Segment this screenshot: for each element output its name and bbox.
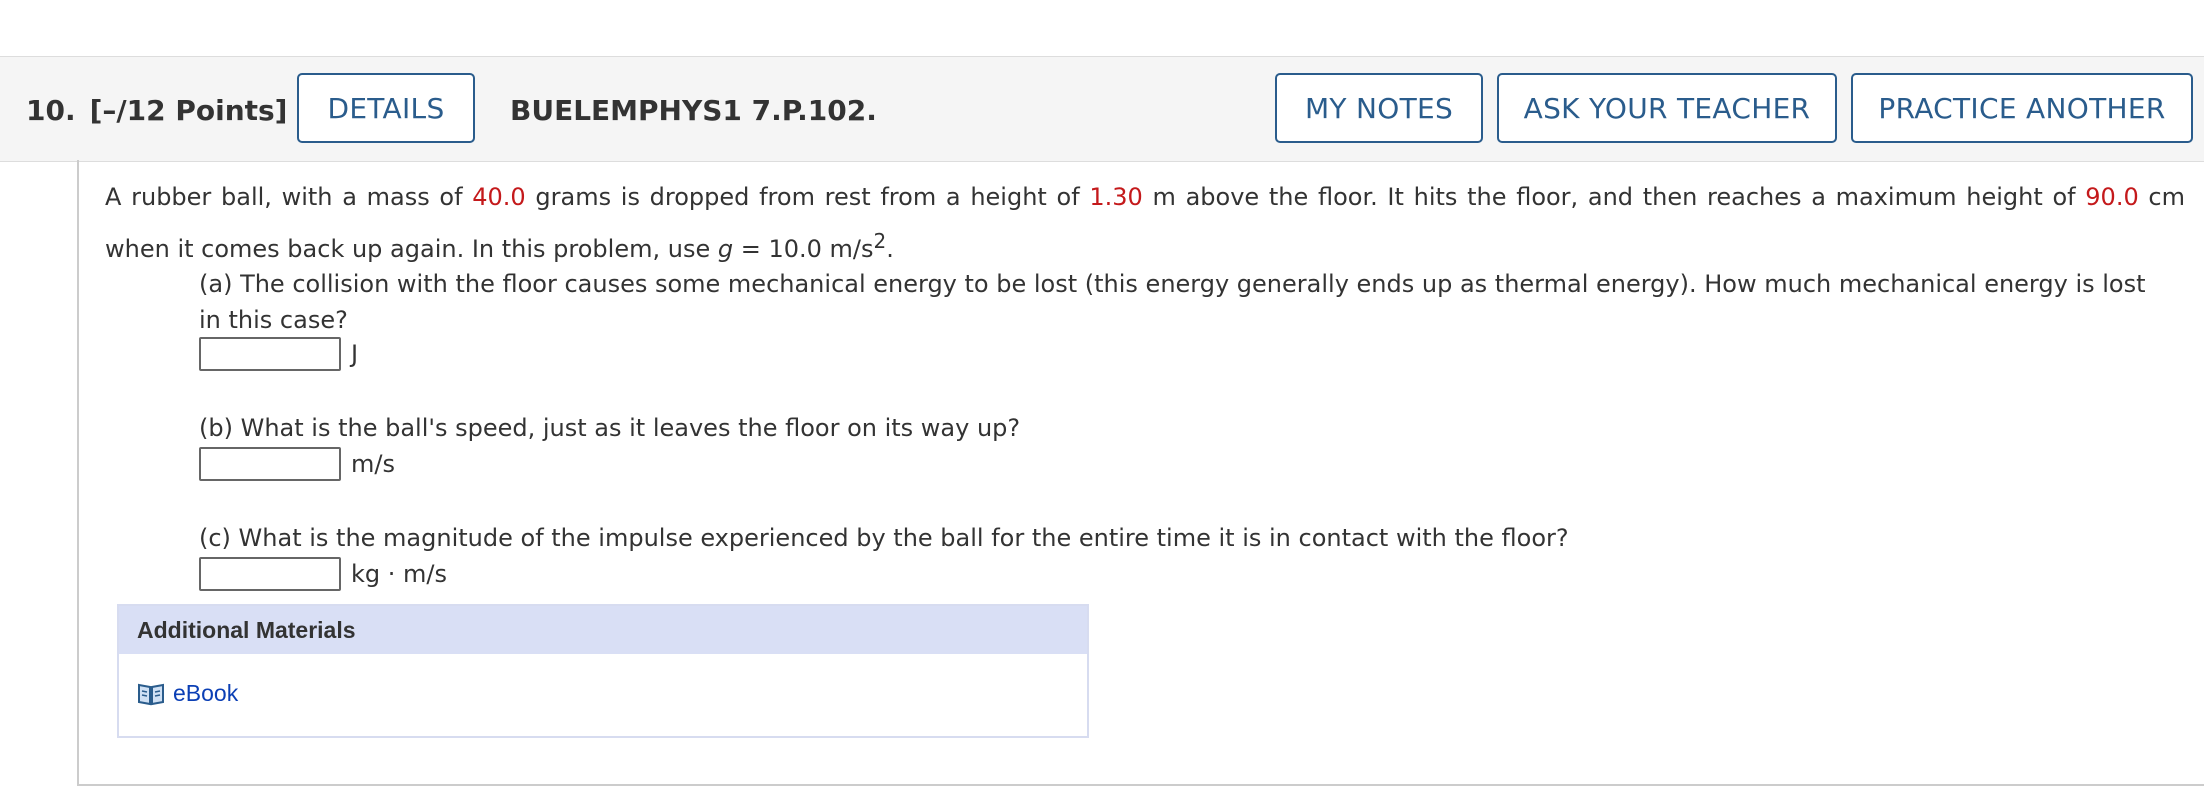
question-code: BUELEMPHYS1 7.P.102. [510,94,877,127]
question-number-label: 10. [26,94,76,127]
mass-value: 40.0 [472,183,526,211]
part-b-unit: m/s [351,450,395,478]
part-c-answer-input[interactable] [199,557,341,591]
part-a-answer-input[interactable] [199,337,341,371]
part-c-answer-row: kg · m/s [199,556,447,592]
ebook-label: eBook [173,680,239,706]
problem-text: m above the floor. It hits the floor, an… [1142,183,2086,211]
gravity-value: = 10.0 m/s [733,235,874,263]
part-b-answer-input[interactable] [199,447,341,481]
gravity-exponent: 2 [873,229,887,253]
problem-text: grams is dropped from rest from a height… [525,183,1090,211]
part-a-unit: J [351,340,359,368]
additional-materials-heading: Additional Materials [119,606,1087,654]
question-header: 10. [–/12 Points] DETAILS BUELEMPHYS1 7.P… [0,56,2204,162]
height-value: 1.30 [1089,183,1143,211]
practice-another-button[interactable]: PRACTICE ANOTHER [1851,73,2193,143]
part-b-answer-row: m/s [199,446,395,482]
gravity-symbol: g [717,235,734,263]
additional-materials-panel: Additional Materials eBook [117,604,1089,738]
ebook-link[interactable]: eBook [137,680,238,707]
part-a-question: (a) The collision with the floor causes … [199,270,2146,334]
part-c-question: (c) What is the magnitude of the impulse… [199,524,1569,552]
details-button[interactable]: DETAILS [297,73,475,143]
my-notes-button[interactable]: MY NOTES [1275,73,1483,143]
problem-text: . [886,235,894,263]
part-a-answer-row: J [199,336,358,372]
problem-statement: A rubber ball, with a mass of 40.0 grams… [105,175,2185,271]
max-height-value: 90.0 [2085,183,2139,211]
book-icon [138,683,164,705]
part-c-unit: kg · m/s [351,560,447,588]
question-points: [–/12 Points] [89,94,288,127]
part-b-question: (b) What is the ball's speed, just as it… [199,414,1021,442]
ask-your-teacher-button[interactable]: ASK YOUR TEACHER [1497,73,1837,143]
problem-text: A rubber ball, with a mass of [105,183,473,211]
question-number: 10. [–/12 Points] [26,94,287,127]
